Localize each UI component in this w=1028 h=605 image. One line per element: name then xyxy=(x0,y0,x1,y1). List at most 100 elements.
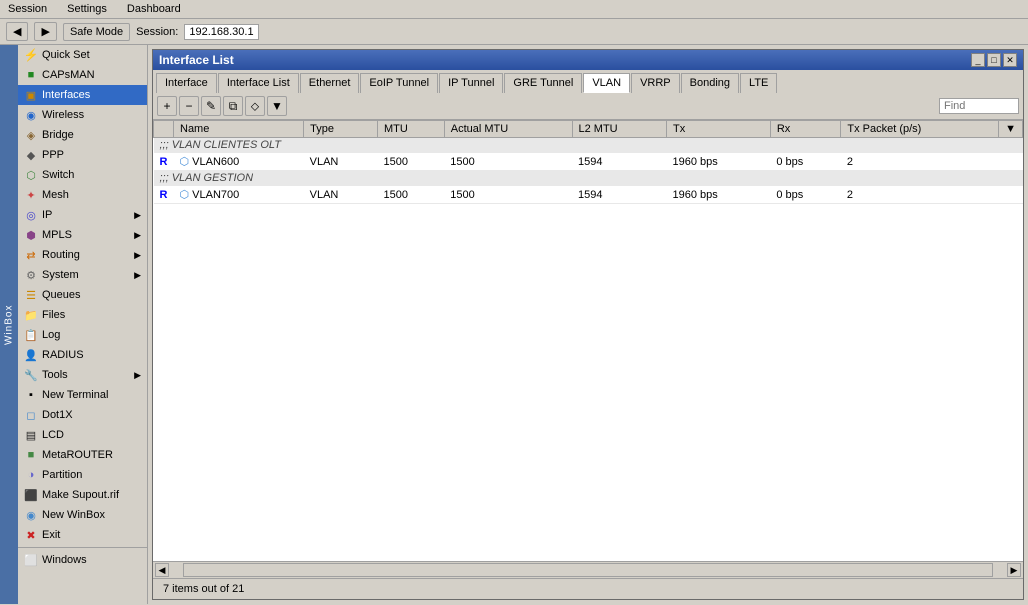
sidebar-item-system[interactable]: ⚙ System ▶ xyxy=(18,265,147,285)
windows-icon: ⬜ xyxy=(24,553,38,567)
col-tx-pkt[interactable]: Tx Packet (p/s) xyxy=(841,121,999,138)
sidebar-item-mpls[interactable]: ⬢ MPLS ▶ xyxy=(18,225,147,245)
row-name: ⬡ VLAN700 xyxy=(174,186,304,204)
sidebar-item-queues[interactable]: ☰ Queues xyxy=(18,285,147,305)
paste-button[interactable]: ⬦ xyxy=(245,96,265,116)
minimize-button[interactable]: _ xyxy=(971,53,985,67)
sidebar-item-exit[interactable]: ✖ Exit xyxy=(18,525,147,545)
close-button[interactable]: ✕ xyxy=(1003,53,1017,67)
sidebar-item-switch[interactable]: ⬡ Switch xyxy=(18,165,147,185)
tab-ethernet[interactable]: Ethernet xyxy=(300,73,360,93)
remove-button[interactable]: − xyxy=(179,96,199,116)
sidebar-item-partition[interactable]: ◑ Partition xyxy=(18,465,147,485)
sidebar-item-lcd[interactable]: ▤ LCD xyxy=(18,425,147,445)
log-icon: 📋 xyxy=(24,328,38,342)
sidebar-label-bridge: Bridge xyxy=(42,129,74,141)
exit-icon: ✖ xyxy=(24,528,38,542)
menu-settings[interactable]: Settings xyxy=(63,2,111,16)
sidebar-label-files: Files xyxy=(42,309,65,321)
section-header-gestion: ;;; VLAN GESTION xyxy=(154,171,1023,186)
table-row[interactable]: R ⬡ VLAN700 VLAN 1500 1500 1594 1960 bps… xyxy=(154,186,1023,204)
sidebar-item-makesupout[interactable]: ⬛ Make Supout.rif xyxy=(18,485,147,505)
row-rx: 0 bps xyxy=(770,153,841,171)
sidebar-label-exit: Exit xyxy=(42,529,60,541)
menu-session[interactable]: Session xyxy=(4,2,51,16)
maximize-button[interactable]: □ xyxy=(987,53,1001,67)
sidebar-item-bridge[interactable]: ◈ Bridge xyxy=(18,125,147,145)
sidebar-label-lcd: LCD xyxy=(42,429,64,441)
safemode-button[interactable]: Safe Mode xyxy=(63,23,130,41)
tab-interface[interactable]: Interface xyxy=(156,73,217,93)
col-name[interactable]: Name xyxy=(174,121,304,138)
sidebar-item-routing[interactable]: ⇄ Routing ▶ xyxy=(18,245,147,265)
back-button[interactable]: ◀ xyxy=(6,22,28,41)
sidebar-item-wireless[interactable]: ◉ Wireless xyxy=(18,105,147,125)
sidebar-item-newterminal[interactable]: ▪ New Terminal xyxy=(18,385,147,405)
vlan-table: Name Type MTU Actual MTU L2 MTU Tx Rx Tx… xyxy=(153,120,1023,204)
scroll-left-button[interactable]: ◀ xyxy=(155,563,169,577)
filter-button[interactable]: ▼ xyxy=(267,96,287,116)
row-actual-mtu: 1500 xyxy=(444,153,572,171)
add-button[interactable]: + xyxy=(157,96,177,116)
table-row[interactable]: R ⬡ VLAN600 VLAN 1500 1500 1594 1960 bps… xyxy=(154,153,1023,171)
row-l2-mtu: 1594 xyxy=(572,186,667,204)
tab-lte[interactable]: LTE xyxy=(740,73,777,93)
col-extra[interactable]: ▼ xyxy=(999,121,1023,138)
tab-eoip-tunnel[interactable]: EoIP Tunnel xyxy=(360,73,438,93)
tab-vrrp[interactable]: VRRP xyxy=(631,73,680,93)
tab-vlan[interactable]: VLAN xyxy=(583,73,630,93)
col-mtu[interactable]: MTU xyxy=(377,121,444,138)
sidebar-item-windows[interactable]: ⬜ Windows xyxy=(18,550,147,570)
tab-gre-tunnel[interactable]: GRE Tunnel xyxy=(504,73,582,93)
menu-dashboard[interactable]: Dashboard xyxy=(123,2,185,16)
scroll-right-button[interactable]: ▶ xyxy=(1007,563,1021,577)
col-tx[interactable]: Tx xyxy=(667,121,771,138)
col-l2-mtu[interactable]: L2 MTU xyxy=(572,121,667,138)
row-mtu: 1500 xyxy=(377,153,444,171)
metarouter-icon: ■ xyxy=(24,448,38,462)
sidebar: ⚡ Quick Set ■ CAPsMAN ▣ Interfaces ◉ Wir… xyxy=(18,45,148,604)
sidebar-item-radius[interactable]: 👤 RADIUS xyxy=(18,345,147,365)
sidebar-label-partition: Partition xyxy=(42,469,82,481)
sidebar-item-log[interactable]: 📋 Log xyxy=(18,325,147,345)
tab-bonding[interactable]: Bonding xyxy=(681,73,739,93)
tab-interface-list[interactable]: Interface List xyxy=(218,73,299,93)
sidebar-item-ppp[interactable]: ◆ PPP xyxy=(18,145,147,165)
mpls-icon: ⬢ xyxy=(24,228,38,242)
sidebar-label-log: Log xyxy=(42,329,60,341)
row-rx: 0 bps xyxy=(770,186,841,204)
sidebar-item-newwinbox[interactable]: ◉ New WinBox xyxy=(18,505,147,525)
sidebar-item-capsman[interactable]: ■ CAPsMAN xyxy=(18,65,147,85)
ip-icon: ◎ xyxy=(24,208,38,222)
sidebar-item-mesh[interactable]: ✦ Mesh xyxy=(18,185,147,205)
sidebar-item-files[interactable]: 📁 Files xyxy=(18,305,147,325)
horizontal-scrollbar[interactable] xyxy=(183,563,993,577)
window-controls: _ □ ✕ xyxy=(971,53,1017,67)
col-type[interactable]: Type xyxy=(304,121,378,138)
forward-button[interactable]: ▶ xyxy=(34,22,56,41)
sidebar-item-dot1x[interactable]: ◻ Dot1X xyxy=(18,405,147,425)
quickset-icon: ⚡ xyxy=(24,48,38,62)
sidebar-item-ip[interactable]: ◎ IP ▶ xyxy=(18,205,147,225)
col-actual-mtu[interactable]: Actual MTU xyxy=(444,121,572,138)
newwinbox-icon: ◉ xyxy=(24,508,38,522)
sidebar-label-quickset: Quick Set xyxy=(42,49,90,61)
sidebar-label-mpls: MPLS xyxy=(42,229,72,241)
copy-button[interactable]: ⧉ xyxy=(223,96,243,116)
col-flag[interactable] xyxy=(154,121,174,138)
sidebar-item-quickset[interactable]: ⚡ Quick Set xyxy=(18,45,147,65)
tab-bar: Interface Interface List Ethernet EoIP T… xyxy=(153,70,1023,93)
tools-icon: 🔧 xyxy=(24,368,38,382)
sidebar-label-dot1x: Dot1X xyxy=(42,409,73,421)
sidebar-item-metarouter[interactable]: ■ MetaROUTER xyxy=(18,445,147,465)
main-layout: WinBox ⚡ Quick Set ■ CAPsMAN ▣ Interface… xyxy=(0,45,1028,604)
ppp-icon: ◆ xyxy=(24,148,38,162)
col-rx[interactable]: Rx xyxy=(770,121,841,138)
tab-ip-tunnel[interactable]: IP Tunnel xyxy=(439,73,503,93)
find-input[interactable] xyxy=(939,98,1019,114)
sidebar-item-interfaces[interactable]: ▣ Interfaces xyxy=(18,85,147,105)
ip-arrow-icon: ▶ xyxy=(134,210,141,221)
row-name: ⬡ VLAN600 xyxy=(174,153,304,171)
edit-button[interactable]: ✎ xyxy=(201,96,221,116)
sidebar-item-tools[interactable]: 🔧 Tools ▶ xyxy=(18,365,147,385)
